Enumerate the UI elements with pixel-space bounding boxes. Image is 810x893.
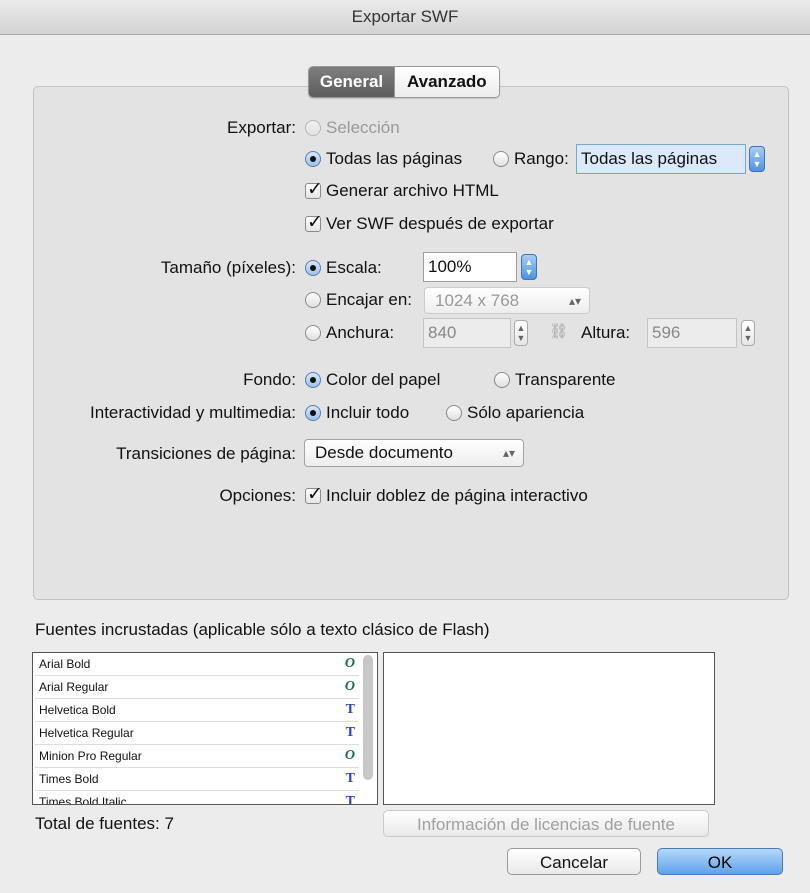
anchura-stepper[interactable]: ▲ ▼ — [514, 320, 528, 346]
chain-link-icon[interactable]: ⛓ — [549, 322, 568, 340]
altura-label: Altura: — [581, 323, 631, 342]
licencias-button[interactable]: Información de licencias de fuente — [383, 810, 709, 837]
font-name: Minion Pro Regular — [39, 749, 142, 763]
transiciones-value: Desde documento — [315, 443, 453, 462]
ver-swf-label: Ver SWF después de exportar — [326, 214, 554, 233]
escala-label: Escala: — [326, 258, 382, 277]
tab-general[interactable]: General — [309, 67, 394, 97]
list-item[interactable]: Times Bold T — [35, 768, 359, 791]
anchura-input[interactable]: 840 — [423, 318, 511, 348]
opentype-font-icon: O — [344, 679, 355, 694]
transparente-label: Transparente — [515, 370, 616, 389]
opentype-font-icon: O — [344, 748, 355, 763]
tab-avanzado[interactable]: Avanzado — [394, 67, 499, 97]
todas-paginas-label: Todas las páginas — [326, 149, 463, 168]
list-item[interactable]: Helvetica Regular T — [35, 722, 359, 745]
truetype-font-icon: T — [345, 771, 355, 786]
color-papel-label: Color del papel — [326, 370, 441, 389]
solo-apariencia-label: Sólo apariencia — [467, 403, 585, 422]
generar-html-label: Generar archivo HTML — [326, 181, 499, 200]
escala-input[interactable]: 100% — [423, 252, 517, 282]
font-name: Arial Regular — [39, 680, 109, 694]
stepper-arrows-icon: ▴▾ — [568, 294, 581, 308]
list-scrollbar[interactable] — [363, 655, 373, 780]
rango-stepper[interactable]: ▲ ▼ — [749, 146, 765, 172]
truetype-font-icon: T — [345, 725, 355, 740]
transiciones-label: Transiciones de página: — [116, 444, 296, 463]
radio-anchura[interactable] — [305, 325, 321, 341]
list-item[interactable]: Minion Pro Regular O — [35, 745, 359, 768]
radio-escala[interactable] — [305, 260, 321, 276]
interactividad-label: Interactividad y multimedia: — [90, 403, 296, 422]
list-item[interactable]: Arial Bold O — [35, 653, 359, 676]
altura-input[interactable]: 596 — [647, 318, 737, 348]
cancel-button[interactable]: Cancelar — [507, 848, 641, 875]
rango-label: Rango: — [514, 149, 569, 168]
altura-stepper[interactable]: ▲ ▼ — [741, 320, 755, 346]
opciones-label: Opciones: — [219, 486, 296, 505]
radio-rango[interactable] — [493, 151, 509, 167]
radio-seleccion[interactable] — [305, 120, 321, 136]
encajar-value: 1024 x 768 — [435, 291, 520, 310]
rango-input[interactable]: Todas las páginas — [576, 144, 746, 174]
radio-color-papel[interactable] — [305, 372, 321, 388]
incluir-todo-label: Incluir todo — [326, 403, 410, 422]
font-name: Helvetica Bold — [39, 703, 116, 717]
seleccion-label: Selección — [326, 118, 400, 137]
list-item[interactable]: Arial Regular O — [35, 676, 359, 699]
tab-bar: General Avanzado — [308, 66, 500, 98]
radio-solo-apariencia[interactable] — [446, 405, 462, 421]
font-name: Times Bold Italic — [39, 795, 127, 805]
encajar-select[interactable]: 1024 x 768 ▴▾ — [424, 287, 590, 314]
stepper-arrows-icon: ▴▾ — [502, 446, 515, 460]
doblez-label: Incluir doblez de página interactivo — [326, 486, 588, 505]
total-fuentes: Total de fuentes: 7 — [35, 814, 174, 833]
radio-todas-paginas[interactable] — [305, 151, 321, 167]
font-name: Times Bold — [39, 772, 99, 786]
transiciones-select[interactable]: Desde documento ▴▾ — [304, 439, 524, 467]
opentype-font-icon: O — [344, 656, 355, 671]
radio-incluir-todo[interactable] — [305, 405, 321, 421]
exportar-label: Exportar: — [227, 118, 296, 137]
escala-stepper[interactable]: ▲ ▼ — [521, 254, 537, 280]
font-name: Helvetica Regular — [39, 726, 134, 740]
list-item[interactable]: Times Bold Italic T — [35, 791, 359, 805]
fondo-label: Fondo: — [243, 370, 296, 389]
list-item[interactable]: Helvetica Bold T — [35, 699, 359, 722]
tamano-label: Tamaño (píxeles): — [160, 258, 296, 277]
radio-encajar[interactable] — [305, 292, 321, 308]
truetype-font-icon: T — [345, 702, 355, 717]
truetype-font-icon: T — [345, 794, 355, 805]
checkbox-doblez[interactable] — [305, 483, 323, 506]
ok-button[interactable]: OK — [657, 848, 783, 875]
font-preview-area — [383, 652, 715, 805]
checkbox-generar-html[interactable] — [305, 178, 323, 201]
radio-transparente[interactable] — [494, 372, 510, 388]
font-list[interactable]: Arial Bold O Arial Regular O Helvetica B… — [32, 652, 378, 805]
window-title: Exportar SWF — [0, 0, 810, 35]
anchura-label: Anchura: — [326, 323, 395, 342]
encajar-label: Encajar en: — [326, 290, 412, 309]
fuentes-heading: Fuentes incrustadas (aplicable sólo a te… — [35, 620, 490, 639]
checkbox-ver-swf[interactable] — [305, 211, 323, 234]
font-name: Arial Bold — [39, 657, 91, 671]
